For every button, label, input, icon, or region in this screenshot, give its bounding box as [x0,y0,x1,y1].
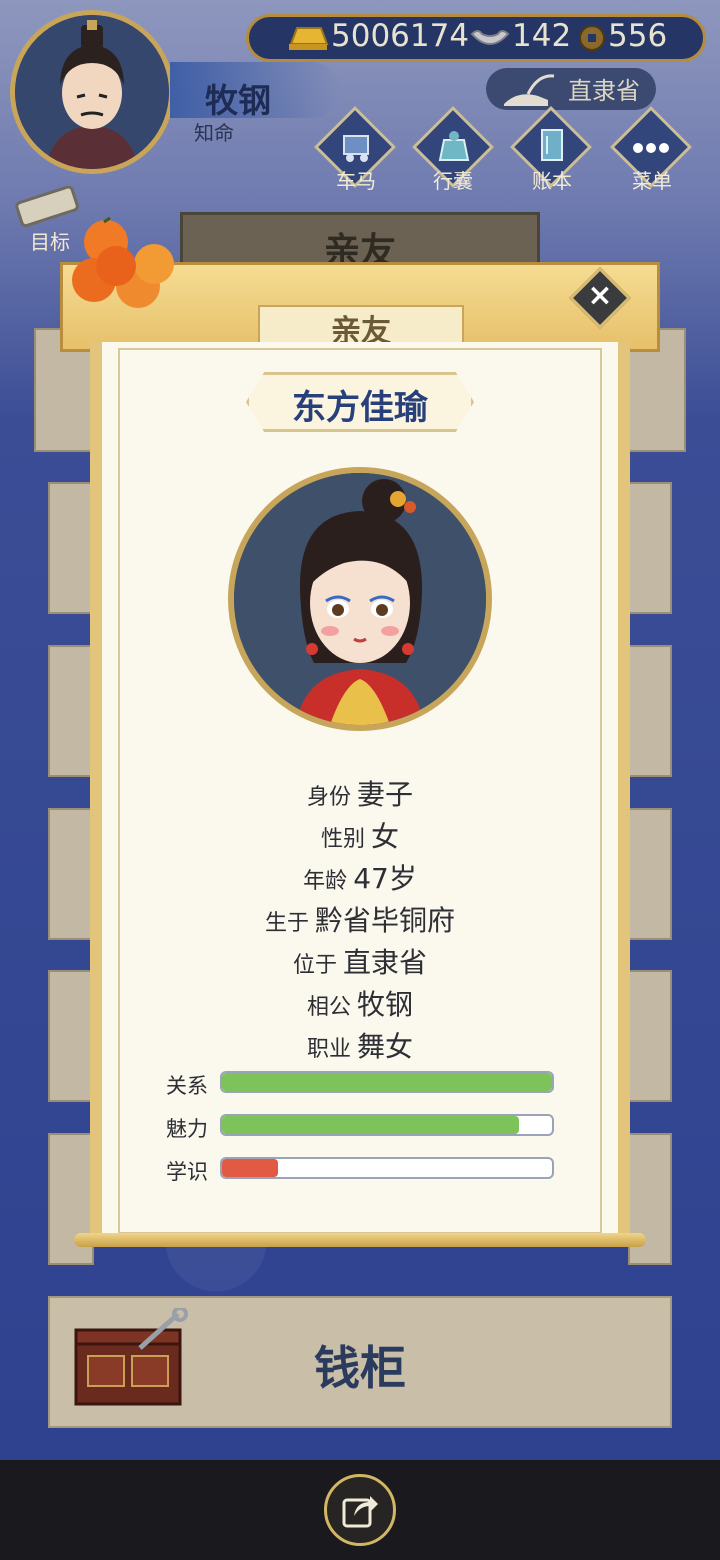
gold-ingot-icon [287,22,329,56]
info-husband: 相公 牧钢 [118,983,602,1023]
info-value: 47岁 [353,862,417,895]
stat-relation-label: 关系 [166,1074,208,1098]
info-value: 黔省毕铜府 [315,904,456,937]
info-occupation: 职业 舞女 [118,1025,602,1065]
list-item[interactable] [48,970,94,1102]
info-label: 年龄 [303,869,348,894]
coin-amount: 556 [608,18,668,54]
info-label: 相公 [306,995,351,1020]
menu-carriage-label: 车马 [336,169,376,193]
player-avatar[interactable] [10,10,174,174]
info-label: 生于 [264,911,309,936]
carriage-icon [338,128,374,168]
list-item[interactable] [628,970,672,1102]
list-item[interactable] [48,482,94,614]
info-label: 身份 [306,785,351,810]
list-item[interactable] [628,482,672,614]
bag-icon [436,126,472,168]
stat-knowledge-fill [222,1159,279,1177]
stat-charm-label: 魅力 [166,1117,208,1141]
info-gender: 性别女 [118,815,602,855]
stat-relation-bar [220,1071,554,1093]
close-icon: × [587,278,613,313]
info-value: 直隶省 [343,946,428,979]
info-location: 位于 直隶省 [118,941,602,981]
orange-fruit-icon [64,214,184,328]
character-portrait [228,467,492,731]
list-item[interactable] [628,808,672,940]
stat-charm-fill [222,1116,519,1134]
stat-relation-fill [222,1073,552,1091]
info-label: 职业 [306,1037,351,1062]
info-label: 位于 [292,953,337,978]
info-label: 性别 [320,827,365,852]
info-value: 牧钢 [357,988,414,1021]
stat-charm-bar [220,1114,554,1136]
stat-knowledge-bar [220,1157,554,1179]
player-name: 牧钢 [205,81,271,120]
character-name: 东方佳瑜 [292,388,428,428]
player-rank: 知命 [194,121,234,145]
info-age: 年龄 47岁 [118,857,602,897]
silver-ingot-icon [470,24,510,56]
ledger-icon [536,126,568,168]
info-birthplace: 生于 黔省毕铜府 [118,899,602,939]
list-item[interactable] [48,645,94,777]
info-identity: 身份 妻子 [118,773,602,813]
info-value: 妻子 [357,778,414,811]
silver-amount: 142 [512,18,572,54]
money-chest-label: 钱柜 [314,1341,406,1395]
list-item[interactable] [48,808,94,940]
menu-more-label: 菜单 [632,169,672,193]
menu-ledger-label: 账本 [532,169,572,193]
info-value: 女 [371,820,400,853]
copper-coin-icon [578,24,606,56]
list-item[interactable] [628,645,672,777]
dialog-bottom-rod [74,1233,646,1247]
stat-knowledge-label: 学识 [166,1160,208,1184]
gold-amount: 5006174 [331,18,470,54]
menu-bag-label: 行囊 [433,169,473,193]
info-value: 舞女 [357,1030,414,1063]
more-dots-icon [631,140,671,159]
location-label: 直隶省 [568,77,640,105]
share-icon [340,1490,380,1534]
